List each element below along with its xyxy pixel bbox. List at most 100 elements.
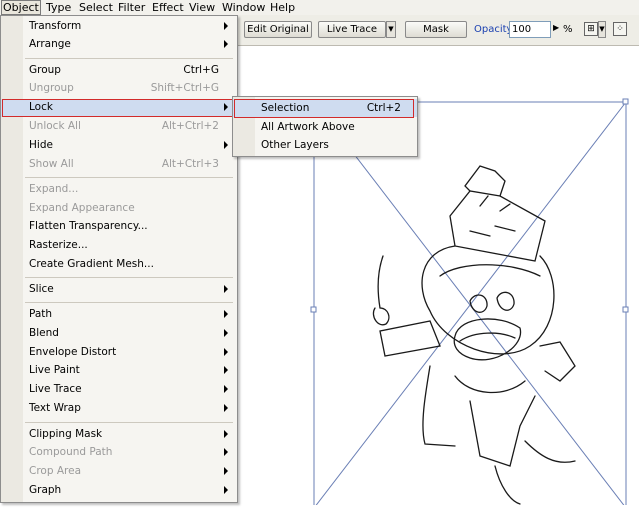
menu-item-blend[interactable]: Blend xyxy=(1,325,237,343)
align-options-caret[interactable]: ▼ xyxy=(598,21,606,38)
menu-item-label: Hide xyxy=(29,139,53,151)
menu-item-label: Create Gradient Mesh... xyxy=(29,258,154,270)
menu-item-label: Show All xyxy=(29,158,74,170)
menu-item-label: Slice xyxy=(29,283,54,295)
menu-object[interactable]: Object xyxy=(1,0,41,15)
menu-item-graph[interactable]: Graph xyxy=(1,482,237,500)
submenu-arrow-icon xyxy=(224,141,228,149)
menu-select[interactable]: Select xyxy=(79,1,113,14)
menu-item-shortcut: Alt+Ctrl+2 xyxy=(161,120,219,132)
menu-item-expand: Expand... xyxy=(1,181,237,199)
menu-item-clipping-mask[interactable]: Clipping Mask xyxy=(1,426,237,444)
menu-item-label: Live Paint xyxy=(29,364,80,376)
menu-bar: Object Type Select Filter Effect View Wi… xyxy=(0,0,639,16)
object-menu-dropdown: Transform Arrange Group Ctrl+G Ungroup S… xyxy=(0,15,238,503)
menu-item-crop-area: Crop Area xyxy=(1,463,237,481)
menu-item-label: Ungroup xyxy=(29,82,74,94)
submenu-arrow-icon xyxy=(224,486,228,494)
menu-item-hide[interactable]: Hide xyxy=(1,137,237,155)
transform-icon[interactable]: ⁘ xyxy=(613,22,627,36)
menu-item-label: Expand Appearance xyxy=(29,202,135,214)
menu-separator xyxy=(25,277,233,278)
menu-item-text-wrap[interactable]: Text Wrap xyxy=(1,400,237,418)
menu-item-label: Path xyxy=(29,308,53,320)
submenu-item-selection[interactable]: Selection Ctrl+2 xyxy=(233,99,417,118)
menu-item-label: Text Wrap xyxy=(29,402,81,414)
handle-mid-right xyxy=(622,306,629,313)
menu-item-compound-path: Compound Path xyxy=(1,444,237,462)
menu-item-label: Lock xyxy=(29,101,53,113)
live-trace-options-caret[interactable]: ▼ xyxy=(386,21,396,38)
menu-item-envelope-distort[interactable]: Envelope Distort xyxy=(1,344,237,362)
menu-item-slice[interactable]: Slice xyxy=(1,281,237,299)
submenu-item-all-artwork-above[interactable]: All Artwork Above xyxy=(233,118,417,136)
submenu-arrow-icon xyxy=(224,404,228,412)
opacity-arrow-icon[interactable]: ▶ xyxy=(553,23,559,32)
handle-mid-left xyxy=(310,306,317,313)
menu-item-transform[interactable]: Transform xyxy=(1,18,237,36)
submenu-arrow-icon xyxy=(224,467,228,475)
menu-item-group[interactable]: Group Ctrl+G xyxy=(1,62,237,80)
mask-button[interactable]: Mask xyxy=(405,21,467,38)
menu-item-shortcut: Ctrl+G xyxy=(183,64,219,76)
menu-item-arrange[interactable]: Arrange xyxy=(1,36,237,54)
submenu-arrow-icon xyxy=(224,310,228,318)
menu-item-flatten-transparency[interactable]: Flatten Transparency... xyxy=(1,218,237,236)
menu-item-label: Crop Area xyxy=(29,465,82,477)
percent-label: % xyxy=(563,24,573,35)
sketch-character-drawing xyxy=(372,165,576,505)
menu-item-label: Envelope Distort xyxy=(29,346,117,358)
submenu-arrow-icon xyxy=(224,22,228,30)
menu-item-label: Flatten Transparency... xyxy=(29,220,148,232)
menu-item-live-trace[interactable]: Live Trace xyxy=(1,381,237,399)
menu-item-path[interactable]: Path xyxy=(1,306,237,324)
menu-item-label: Rasterize... xyxy=(29,239,88,251)
menu-item-show-all: Show All Alt+Ctrl+3 xyxy=(1,156,237,174)
menu-filter[interactable]: Filter xyxy=(118,1,145,14)
menu-item-label: Group xyxy=(29,64,61,76)
opacity-input[interactable]: 100 xyxy=(509,21,551,38)
menu-type[interactable]: Type xyxy=(46,1,71,14)
menu-item-label: Clipping Mask xyxy=(29,428,103,440)
submenu-item-shortcut: Ctrl+2 xyxy=(366,102,401,114)
menu-item-shortcut: Alt+Ctrl+3 xyxy=(161,158,219,170)
submenu-item-label: Other Layers xyxy=(261,139,329,151)
submenu-arrow-icon xyxy=(224,40,228,48)
menu-separator xyxy=(25,58,233,59)
menu-item-label: Expand... xyxy=(29,183,79,195)
edit-original-button[interactable]: Edit Original xyxy=(244,21,312,38)
menu-item-create-gradient-mesh[interactable]: Create Gradient Mesh... xyxy=(1,256,237,274)
menu-item-label: Arrange xyxy=(29,38,71,50)
submenu-arrow-icon xyxy=(224,366,228,374)
menu-item-lock[interactable]: Lock xyxy=(1,99,237,117)
menu-help[interactable]: Help xyxy=(270,1,295,14)
menu-item-live-paint[interactable]: Live Paint xyxy=(1,362,237,380)
menu-separator xyxy=(25,177,233,178)
live-trace-button[interactable]: Live Trace xyxy=(318,21,386,38)
menu-view[interactable]: View xyxy=(189,1,215,14)
menu-item-ungroup: Ungroup Shift+Ctrl+G xyxy=(1,80,237,98)
submenu-arrow-icon xyxy=(224,285,228,293)
handle-top-right xyxy=(622,98,629,105)
submenu-item-label: Selection xyxy=(261,102,310,114)
align-icon[interactable]: ⊞ xyxy=(584,22,598,36)
menu-window[interactable]: Window xyxy=(222,1,265,14)
submenu-arrow-icon xyxy=(224,448,228,456)
menu-item-label: Transform xyxy=(29,20,82,32)
submenu-item-label: All Artwork Above xyxy=(261,121,355,133)
submenu-arrow-icon xyxy=(224,385,228,393)
menu-item-label: Blend xyxy=(29,327,59,339)
menu-item-label: Live Trace xyxy=(29,383,82,395)
menu-item-shortcut: Shift+Ctrl+G xyxy=(150,82,219,94)
menu-separator xyxy=(25,302,233,303)
submenu-arrow-icon xyxy=(224,329,228,337)
menu-item-rasterize[interactable]: Rasterize... xyxy=(1,237,237,255)
submenu-arrow-icon xyxy=(224,430,228,438)
menu-item-label: Compound Path xyxy=(29,446,113,458)
menu-item-expand-appearance: Expand Appearance xyxy=(1,200,237,218)
menu-item-label: Unlock All xyxy=(29,120,81,132)
submenu-item-other-layers[interactable]: Other Layers xyxy=(233,136,417,154)
menu-item-unlock-all: Unlock All Alt+Ctrl+2 xyxy=(1,118,237,136)
menu-effect[interactable]: Effect xyxy=(152,1,184,14)
menu-item-label: Graph xyxy=(29,484,62,496)
